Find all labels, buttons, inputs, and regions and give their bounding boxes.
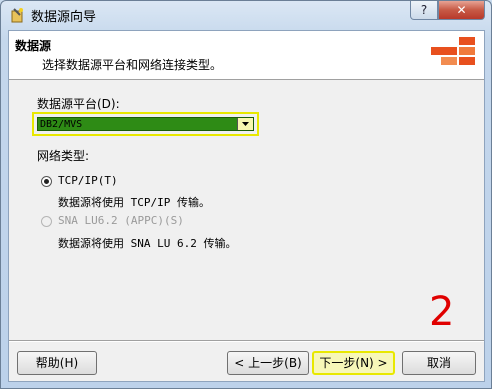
wizard-logo: [431, 37, 475, 65]
chevron-down-icon[interactable]: [237, 118, 253, 130]
next-button[interactable]: 下一步(N) >: [312, 351, 395, 375]
tcpip-option-label[interactable]: TCP/IP(T): [58, 174, 118, 187]
close-button[interactable]: ✕: [438, 1, 485, 20]
platform-dropdown-field[interactable]: DB2/MVS: [37, 117, 254, 131]
platform-selected-value: DB2/MVS: [40, 119, 83, 130]
title-bar: 数据源向导 ? ✕: [1, 1, 491, 27]
platform-label: 数据源平台(D):: [37, 97, 120, 111]
page-title: 数据源: [15, 39, 52, 53]
step-annotation: 2: [429, 289, 455, 335]
network-type-label: 网络类型:: [37, 149, 90, 163]
sna-option-label[interactable]: SNA LU6.2 (APPC)(S): [58, 214, 184, 227]
tcpip-radio[interactable]: [41, 176, 52, 187]
platform-dropdown[interactable]: DB2/MVS: [32, 112, 259, 136]
footer-separator: [9, 340, 484, 342]
sna-description: 数据源将使用 SNA LU 6.2 传输。: [58, 237, 237, 250]
wizard-header: 数据源 选择数据源平台和网络连接类型。: [9, 31, 484, 80]
window-title: 数据源向导: [31, 10, 97, 25]
page-subtitle: 选择数据源平台和网络连接类型。: [42, 58, 223, 72]
tcpip-description: 数据源将使用 TCP/IP 传输。: [58, 196, 210, 209]
radio-selected-dot: [44, 179, 49, 184]
sna-radio[interactable]: [41, 216, 52, 227]
wizard-icon: [11, 8, 23, 23]
help-title-button[interactable]: ?: [410, 1, 438, 20]
cancel-button[interactable]: 取消: [402, 351, 476, 375]
help-button[interactable]: 帮助(H): [17, 351, 97, 375]
back-button[interactable]: < 上一步(B): [227, 351, 309, 375]
wizard-window: 数据源向导 ? ✕ 数据源 选择数据源平台和网络连接类型。 数据源平台(D): …: [0, 0, 492, 389]
wizard-body: 数据源 选择数据源平台和网络连接类型。 数据源平台(D): DB2/MVS 网络…: [8, 30, 485, 382]
